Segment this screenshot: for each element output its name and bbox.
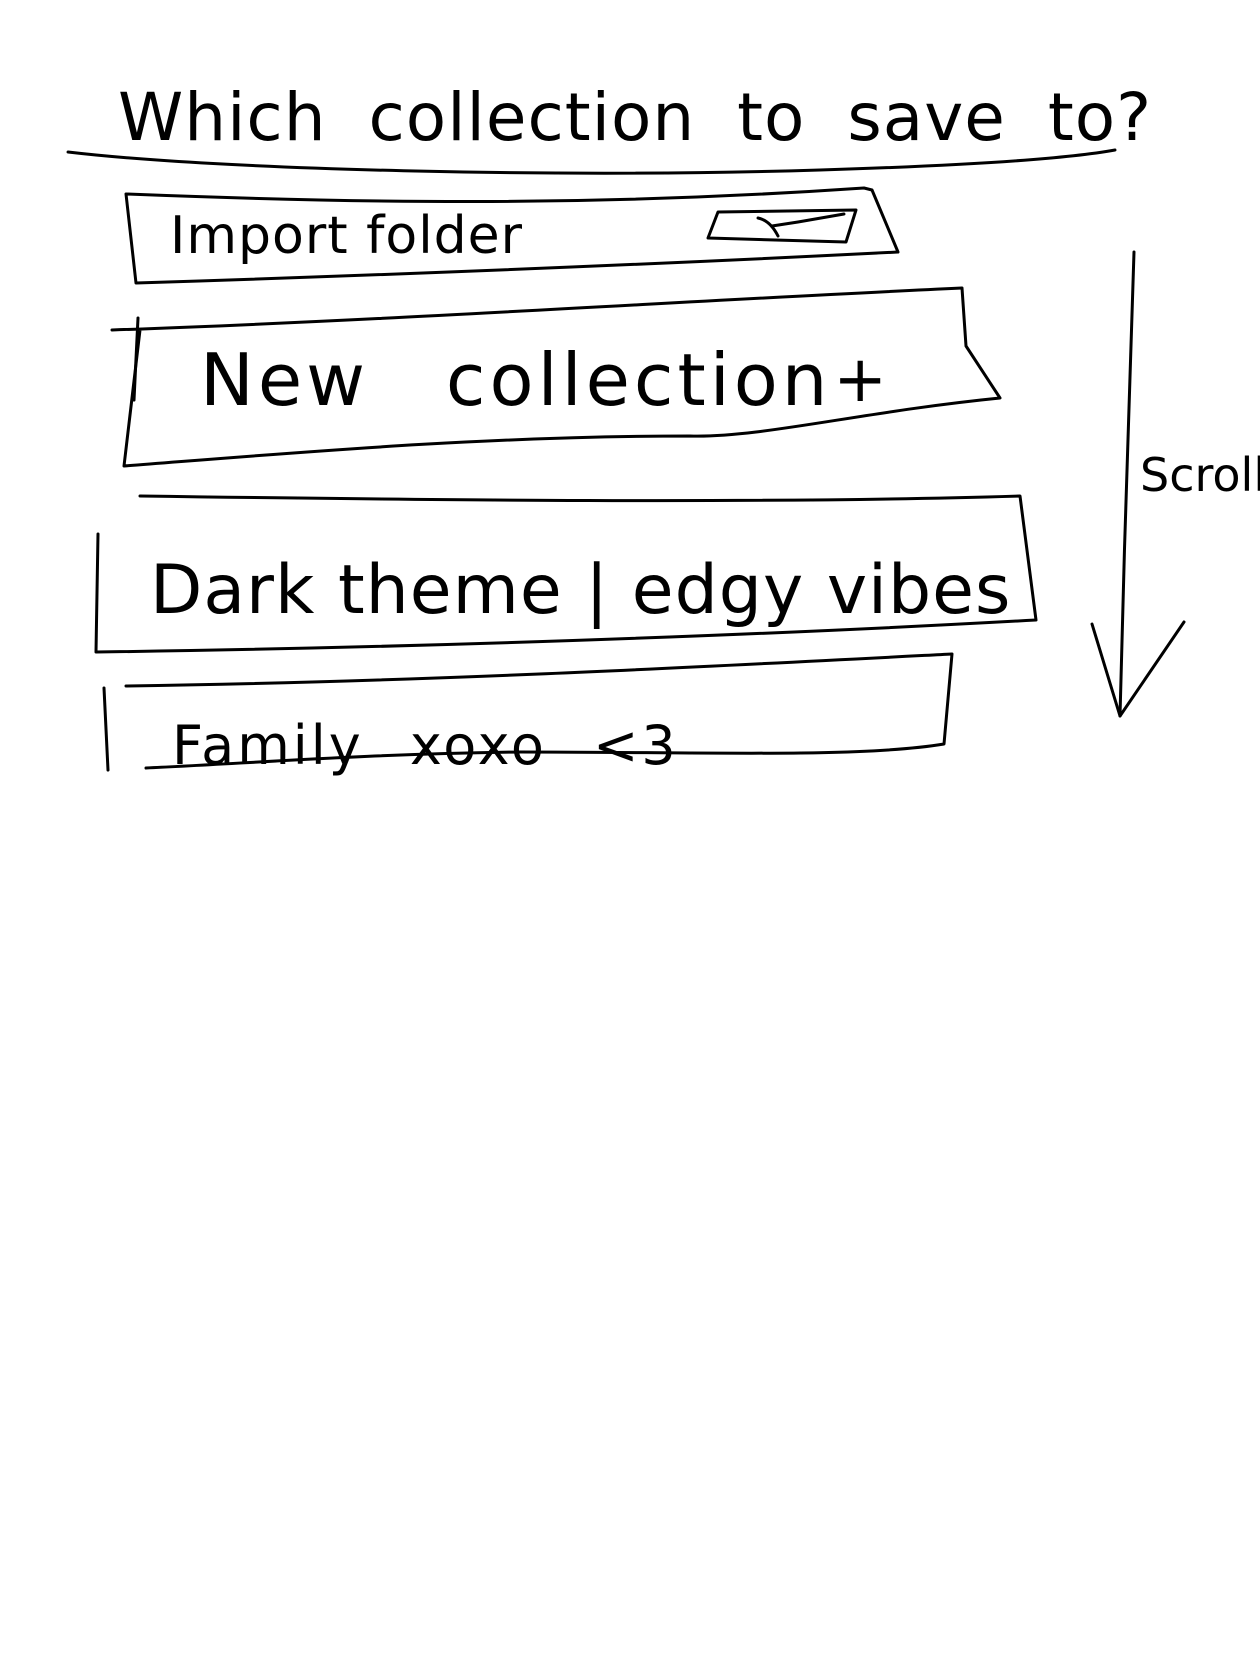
scroll-arrow-shaft bbox=[1118, 250, 1136, 718]
collection-item-label: Import folder bbox=[170, 206, 524, 266]
collection-item-label: Family xoxo <3 bbox=[172, 713, 679, 777]
new-collection-label: New collection bbox=[200, 338, 832, 422]
scroll-hint-label: Scroll bbox=[1140, 448, 1260, 502]
collection-item-dark-theme[interactable]: Dark theme | edgy vibes bbox=[150, 540, 1010, 640]
collection-item-label: Dark theme | edgy vibes bbox=[150, 550, 1012, 630]
new-collection-button[interactable]: New collection + bbox=[200, 330, 980, 430]
collection-item-import-folder[interactable]: Import folder bbox=[170, 200, 690, 272]
dialog-title: Which collection to save to? bbox=[118, 79, 1153, 156]
toggle-switch-icon[interactable] bbox=[698, 208, 868, 248]
plus-icon: + bbox=[833, 343, 887, 417]
scroll-arrow-head bbox=[1090, 620, 1186, 718]
collection-item-family[interactable]: Family xoxo <3 bbox=[172, 705, 812, 785]
new-collection-tick bbox=[132, 316, 140, 402]
